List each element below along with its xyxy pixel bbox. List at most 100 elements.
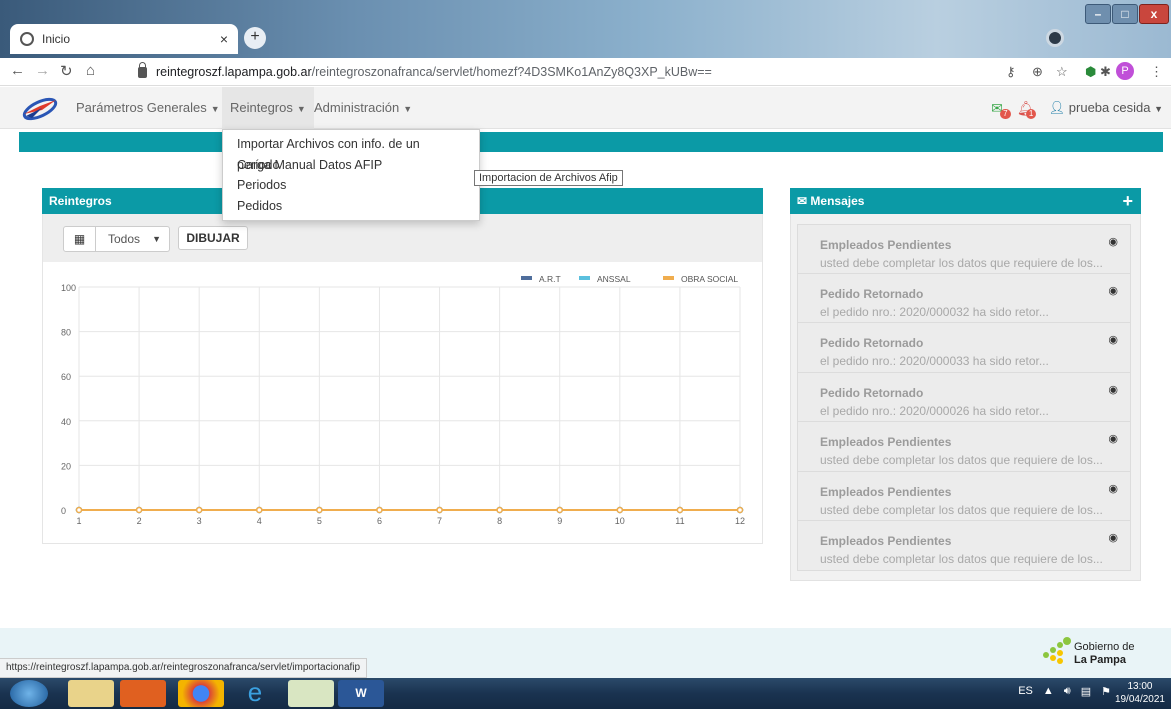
shield-extension-icon[interactable]: ⬢: [1085, 64, 1096, 80]
message-title: Pedido Retornado: [820, 385, 924, 400]
dropdown-item-pedidos[interactable]: Pedidos: [223, 196, 479, 217]
eye-icon[interactable]: ◉: [1108, 333, 1118, 346]
dropdown-item-importar[interactable]: Importar Archivos con info. de un períod…: [223, 134, 479, 172]
language-indicator[interactable]: ES: [1018, 685, 1033, 698]
message-item[interactable]: Empleados Pendientes usted debe completar…: [797, 521, 1131, 571]
network-icon[interactable]: ▤: [1081, 685, 1091, 698]
message-item[interactable]: Pedido Retornado el pedido nro.: 2020/000…: [797, 273, 1131, 323]
data-point: [736, 506, 744, 514]
mail-count-badge: 7: [1000, 108, 1011, 119]
caret-down-icon: ▼: [1154, 104, 1163, 114]
start-button[interactable]: [10, 680, 48, 707]
message-item[interactable]: Empleados Pendientes usted debe completar…: [797, 224, 1131, 274]
word-taskbar-icon[interactable]: W: [338, 680, 384, 707]
message-item[interactable]: Empleados Pendientes usted debe completar…: [797, 422, 1131, 472]
x-tick-label: 2: [137, 516, 142, 526]
data-point: [556, 506, 563, 514]
internet-explorer-taskbar-icon[interactable]: e: [232, 679, 278, 707]
message-title: Empleados Pendientes: [820, 534, 952, 548]
clock-time: 13:00: [1127, 681, 1153, 692]
url-path: /reintegroszonafranca/servlet/homezf?4D3…: [311, 65, 712, 79]
y-tick-label: 100: [61, 283, 76, 293]
reload-icon[interactable]: ↻: [60, 62, 73, 80]
eye-icon[interactable]: ◉: [1108, 383, 1118, 396]
back-icon[interactable]: ←: [10, 62, 25, 79]
teal-banner: [19, 132, 1163, 152]
globe-icon: [20, 32, 34, 46]
eye-icon[interactable]: ◉: [1108, 432, 1118, 445]
url-host: reintegroszf.lapampa.gob.ar: [156, 65, 312, 79]
flag-icon[interactable]: ⚑: [1101, 685, 1111, 698]
explorer-taskbar-icon[interactable]: [68, 680, 114, 707]
y-tick-label: 20: [61, 461, 71, 471]
data-point: [616, 506, 624, 514]
chrome-taskbar-icon[interactable]: [178, 680, 224, 707]
profile-avatar[interactable]: P: [1116, 62, 1134, 80]
add-message-icon[interactable]: +: [1122, 188, 1133, 214]
bell-icon[interactable]: 🔔︎ 1: [1017, 100, 1037, 119]
menu-reintegros[interactable]: Reintegros ▼: [222, 87, 314, 129]
y-tick-label: 80: [61, 328, 71, 338]
period-select[interactable]: Todos ▼: [96, 226, 170, 252]
volume-icon[interactable]: 🔊︎: [1064, 685, 1071, 698]
windows-taskbar: e W ES ▲ 🔊︎ ▤ ⚑ 13:00 19/04/2021: [0, 678, 1171, 709]
chrome-menu-icon[interactable]: ⋮: [1150, 64, 1163, 80]
tray-arrow-icon[interactable]: ▲: [1043, 685, 1054, 698]
message-title: Pedido Retornado: [820, 286, 924, 301]
draw-button[interactable]: DIBUJAR: [178, 226, 248, 250]
message-title: Empleados Pendientes: [820, 238, 952, 252]
address-bar[interactable]: reintegroszf.lapampa.gob.ar/reintegroszo…: [138, 60, 1018, 84]
close-window-button[interactable]: x: [1139, 4, 1169, 24]
message-item[interactable]: Pedido Retornado el pedido nro.: 2020/000…: [797, 372, 1131, 422]
zoom-icon[interactable]: ⊕: [1032, 64, 1043, 80]
minimize-button[interactable]: –: [1085, 4, 1111, 24]
message-item[interactable]: Empleados Pendientes usted debe completar…: [797, 471, 1131, 521]
mensajes-title: Mensajes: [810, 194, 865, 208]
message-item[interactable]: Pedido Retornado el pedido nro.: 2020/000…: [797, 323, 1131, 373]
legend-swatch: [663, 276, 674, 280]
app-logo: [22, 97, 58, 121]
message-list: Empleados Pendientes usted debe completar…: [797, 224, 1131, 571]
message-body: usted debe completar los datos que requi…: [820, 502, 1103, 517]
clock[interactable]: 13:00 19/04/2021: [1115, 680, 1165, 706]
profile-circle-icon[interactable]: [1046, 29, 1064, 47]
eye-icon[interactable]: ◉: [1108, 284, 1118, 297]
new-tab-button[interactable]: +: [244, 27, 266, 49]
menu-administracion[interactable]: Administración ▼: [306, 87, 420, 129]
bookmark-star-icon[interactable]: ☆: [1056, 64, 1068, 80]
maximize-button[interactable]: □: [1112, 4, 1138, 24]
key-icon[interactable]: ⚷: [1006, 64, 1016, 80]
period-select-value: Todos: [108, 232, 141, 246]
caret-down-icon: ▼: [210, 104, 220, 114]
message-body: el pedido nro.: 2020/000032 ha sido reto…: [820, 304, 1049, 319]
dropdown-item-carga-manual[interactable]: Carga Manual Datos AFIP: [223, 155, 479, 176]
tab-close-icon[interactable]: ×: [220, 31, 228, 47]
message-body: usted debe completar los datos que requi…: [820, 453, 1103, 467]
picture-taskbar-icon[interactable]: [288, 680, 334, 707]
message-body: el pedido nro.: 2020/000026 ha sido reto…: [820, 403, 1049, 418]
chart-toolbar: ▦ Todos ▼ DIBUJAR: [43, 214, 762, 262]
eye-icon[interactable]: ◉: [1108, 482, 1118, 495]
message-title: Pedido Retornado: [820, 336, 924, 350]
home-icon[interactable]: ⌂: [86, 62, 95, 79]
media-player-taskbar-icon[interactable]: [120, 680, 166, 707]
forward-icon[interactable]: →: [35, 62, 50, 79]
message-title: Empleados Pendientes: [820, 484, 952, 499]
mensajes-header: ✉ Mensajes +: [790, 188, 1141, 214]
message-body: usted debe completar los datos que requi…: [820, 552, 1103, 566]
menu-parametros-label: Parámetros Generales: [76, 100, 207, 115]
browser-tab[interactable]: Inicio ×: [10, 24, 238, 54]
data-point: [195, 506, 203, 514]
extensions-icon[interactable]: ✱: [1100, 64, 1111, 80]
eye-icon[interactable]: ◉: [1108, 531, 1118, 544]
user-menu[interactable]: 👤︎ prueba cesida ▼: [1049, 100, 1163, 116]
x-tick-label: 9: [557, 516, 562, 526]
mail-icon[interactable]: ✉ 7: [991, 100, 1011, 119]
message-body: el pedido nro.: 2020/000033 ha sido reto…: [820, 354, 1049, 368]
eye-icon[interactable]: ◉: [1108, 235, 1118, 248]
dropdown-item-periodos[interactable]: Periodos: [223, 175, 479, 196]
calendar-icon[interactable]: ▦: [63, 226, 96, 252]
menu-parametros-generales[interactable]: Parámetros Generales ▼: [68, 87, 228, 129]
x-tick-label: 3: [197, 516, 202, 526]
message-body: usted debe completar los datos que requi…: [820, 256, 1103, 270]
